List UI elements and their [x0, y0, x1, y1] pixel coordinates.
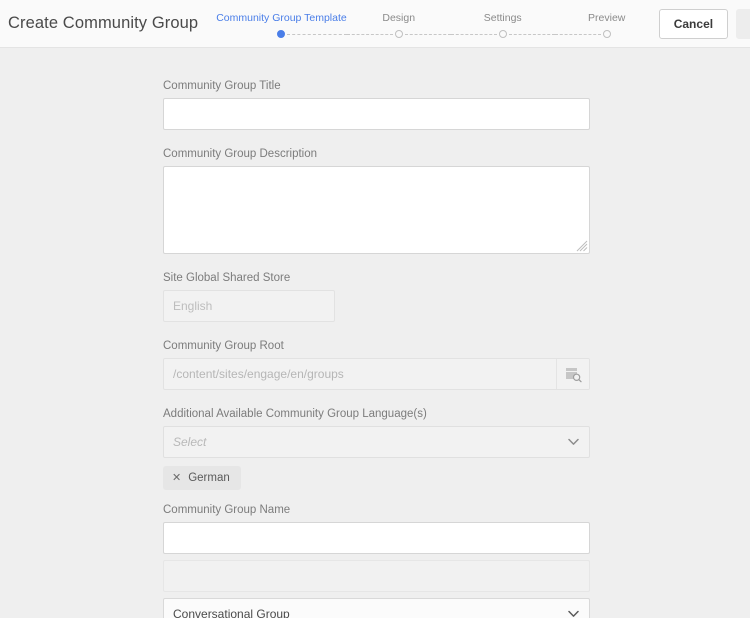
wizard-connector	[287, 33, 347, 35]
additional-languages-select[interactable]: Select	[163, 426, 590, 458]
wizard-connector	[554, 33, 601, 35]
field-additional-languages: Additional Available Community Group Lan…	[163, 407, 590, 490]
community-group-root-picker	[163, 358, 590, 390]
field-community-group-root: Community Group Root	[163, 339, 590, 390]
wizard-step-label: Settings	[483, 11, 522, 24]
community-group-root-label: Community Group Root	[163, 340, 284, 352]
secondary-empty-field[interactable]	[163, 560, 590, 592]
folder-search-icon	[565, 367, 582, 382]
next-button[interactable]: Next	[736, 8, 750, 39]
wizard-step-indicator: Community Group Template Design Settings	[216, 9, 659, 39]
additional-languages-selected-value: Select	[173, 435, 207, 449]
language-chip-label: German	[188, 472, 230, 484]
field-community-group-name: Community Group Name	[163, 503, 590, 554]
community-group-type-select[interactable]: Conversational Group	[163, 598, 590, 618]
wizard-step-dot	[498, 29, 507, 38]
field-community-group-description: Community Group Description	[163, 147, 590, 254]
wizard-step-community-group-template[interactable]: Community Group Template	[216, 11, 347, 39]
page-content: Community Group Title Community Group De…	[0, 48, 750, 618]
community-group-title-label: Community Group Title	[163, 80, 281, 92]
site-global-shared-store-input[interactable]	[163, 290, 335, 322]
community-group-description-label: Community Group Description	[163, 148, 318, 160]
wizard-step-design[interactable]: Design	[346, 11, 451, 39]
wizard-step-label: Preview	[588, 11, 626, 24]
community-group-name-label: Community Group Name	[163, 504, 291, 516]
create-community-group-form: Community Group Title Community Group De…	[163, 79, 590, 618]
community-group-title-input[interactable]	[163, 98, 590, 130]
wizard-step-label: Design	[382, 11, 416, 24]
page-header: Create Community Group Community Group T…	[0, 0, 750, 48]
wizard-step-preview[interactable]: Preview	[554, 11, 659, 39]
site-global-shared-store-label: Site Global Shared Store	[163, 272, 291, 284]
community-group-type-selected-value: Conversational Group	[173, 607, 290, 618]
wizard-connector	[508, 33, 555, 35]
close-icon[interactable]: ✕	[172, 472, 181, 484]
chevron-down-icon	[568, 438, 579, 445]
wizard-step-dot	[394, 29, 403, 38]
chevron-down-icon	[568, 610, 579, 617]
wizard-connector	[346, 33, 393, 35]
wizard-step-settings[interactable]: Settings	[450, 11, 555, 39]
additional-languages-label: Additional Available Community Group Lan…	[163, 408, 427, 420]
wizard-step-dot	[602, 29, 611, 38]
additional-languages-chip-list: ✕ German	[163, 466, 590, 490]
community-group-root-input[interactable]	[164, 359, 556, 389]
wizard-connector	[404, 33, 451, 35]
header-actions: Cancel Next	[658, 8, 750, 39]
community-group-name-input[interactable]	[163, 522, 590, 554]
cancel-button[interactable]: Cancel	[658, 8, 729, 39]
language-chip[interactable]: ✕ German	[163, 466, 241, 490]
field-community-group-title: Community Group Title	[163, 79, 590, 130]
community-group-description-textarea[interactable]	[163, 166, 590, 254]
wizard-connector	[450, 33, 497, 35]
community-group-root-browse-button[interactable]	[556, 359, 589, 389]
wizard-step-label: Community Group Template	[216, 11, 347, 24]
page-title: Create Community Group	[8, 14, 199, 32]
wizard-step-dot	[277, 29, 286, 38]
field-site-global-shared-store: Site Global Shared Store	[163, 271, 590, 322]
